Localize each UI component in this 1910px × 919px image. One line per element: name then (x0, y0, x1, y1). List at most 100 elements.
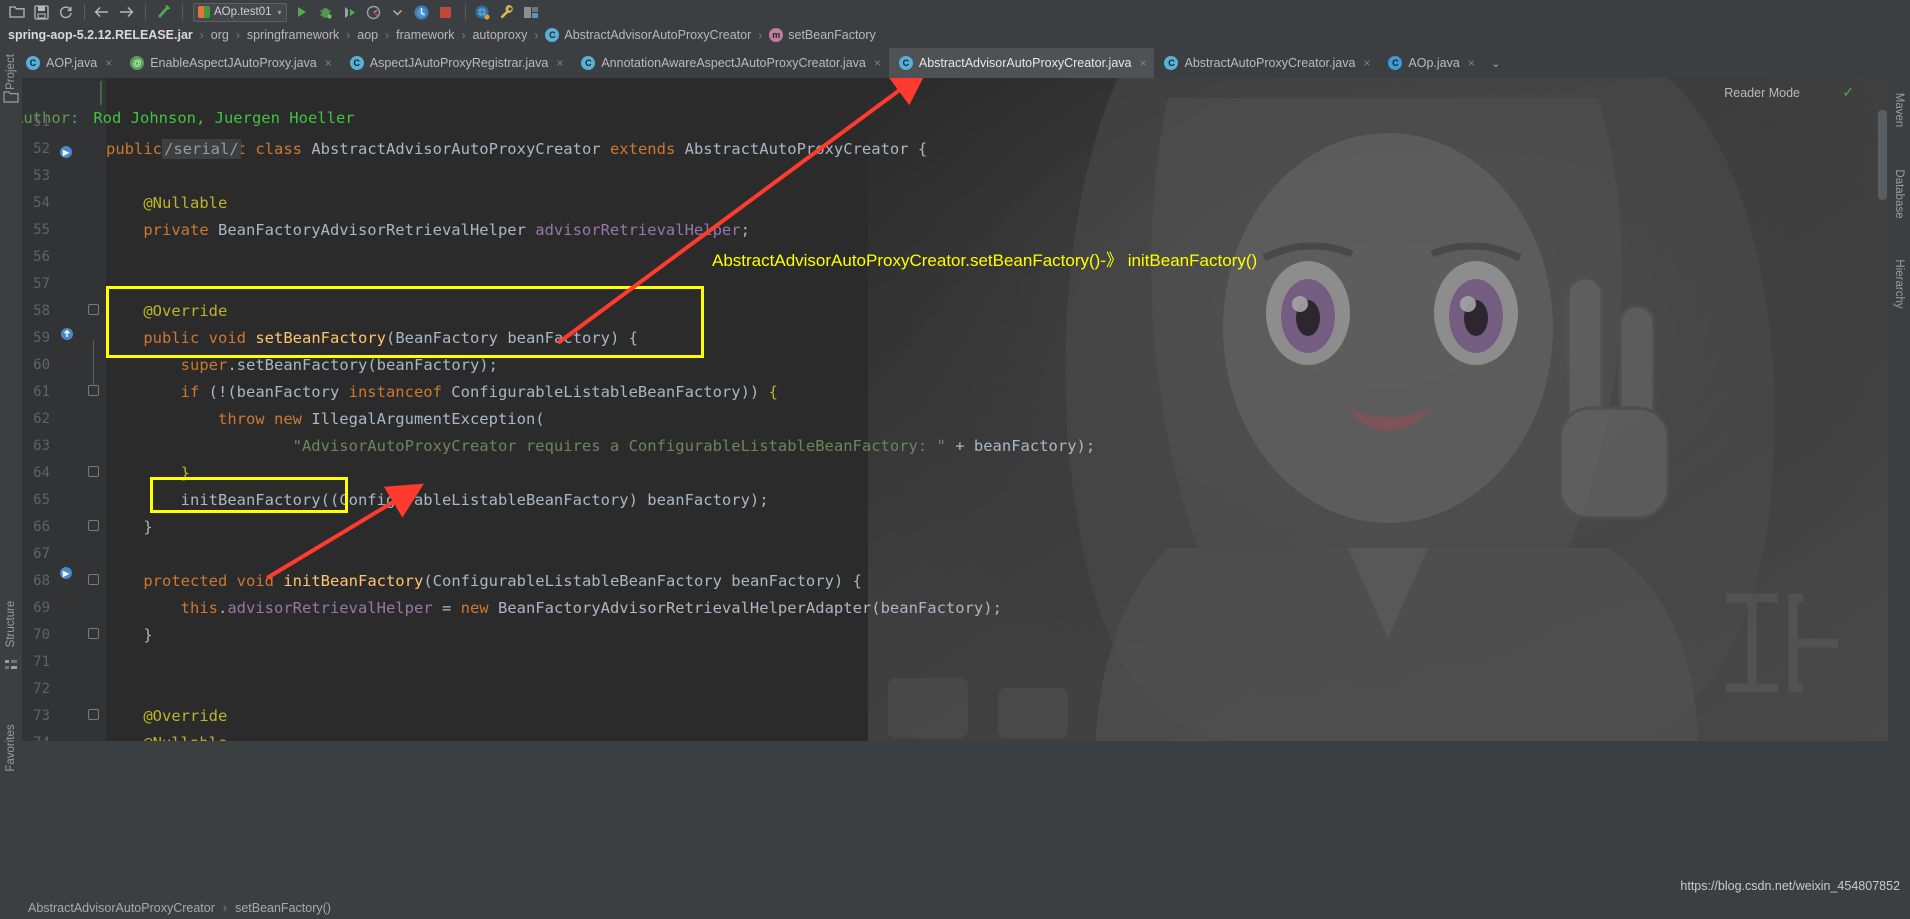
save-icon[interactable] (30, 2, 52, 22)
forward-arrow-icon[interactable] (115, 2, 137, 22)
tab-label: AspectJAutoProxyRegistrar.java (369, 56, 549, 70)
profiler-icon[interactable] (363, 2, 385, 22)
code-line: 55 private BeanFactoryAdvisorRetrievalHe… (0, 217, 1888, 244)
annotation-icon: @ (130, 56, 145, 70)
sidebar-item-favorites[interactable]: Favorites (0, 706, 22, 786)
code-line: 58 @Override (0, 298, 1888, 325)
breadcrumb-item-autoproxy[interactable]: autoproxy (472, 28, 527, 42)
code-text: private BeanFactoryAdvisorRetrievalHelpe… (143, 221, 750, 239)
profiler-dropdown-icon[interactable] (387, 2, 409, 22)
code-line: 54 @Nullable (0, 190, 1888, 217)
sync-icon[interactable] (54, 2, 76, 22)
tab-AbstractAdvisorAutoProxyCreator-java[interactable]: C AbstractAdvisorAutoProxyCreator.java × (888, 48, 1155, 78)
breadcrumb-item-framework[interactable]: framework (396, 28, 454, 42)
tab-label: AOP.java (46, 56, 98, 70)
main-toolbar: AOp.test01 ▾ (0, 0, 1910, 24)
tab-AOp-java[interactable]: C AOp.java × (1378, 48, 1483, 78)
code-text: } (106, 518, 153, 536)
run-gutter-marker-52[interactable]: ▶ (60, 146, 74, 160)
code-text: protected void initBeanFactory(Configura… (143, 572, 862, 590)
fold-marker-61[interactable] (88, 385, 100, 397)
sidebar-item-hierarchy[interactable]: Hierarchy (1888, 246, 1910, 316)
tab-close-icon[interactable]: × (1139, 56, 1146, 70)
annotation-note-text: AbstractAdvisorAutoProxyCreator.setBeanF… (712, 251, 1258, 270)
breadcrumb-separator: › (346, 28, 351, 42)
class-icon: C (349, 56, 364, 70)
stop-icon[interactable] (435, 2, 457, 22)
serial-fold-label[interactable]: /serial/ (162, 139, 241, 159)
inspect-icon[interactable] (411, 2, 433, 22)
breadcrumb: spring-aop-5.2.12.RELEASE.jar › org › sp… (0, 24, 1910, 46)
open-folder-icon[interactable] (6, 2, 28, 22)
tab-close-icon[interactable]: × (325, 56, 332, 70)
fold-marker-73[interactable] (88, 709, 100, 721)
back-arrow-icon[interactable] (91, 2, 113, 22)
run-with-coverage-icon[interactable] (339, 2, 361, 22)
tab-close-icon[interactable]: × (1468, 56, 1475, 70)
code-line: 70 } (0, 622, 1888, 649)
tab-AbstractAutoProxyCreator-java[interactable]: C AbstractAutoProxyCreator.java × (1154, 48, 1379, 78)
chevron-down-icon[interactable]: ▾ (278, 8, 282, 17)
breadcrumb-item-org[interactable]: org (211, 28, 229, 42)
serial-fold-row[interactable]: /serial/ (106, 109, 1888, 159)
tab-close-icon[interactable]: × (556, 56, 563, 70)
code-line: 57 (0, 271, 1888, 298)
code-line: 63 "AdvisorAutoProxyCreator requires a C… (0, 433, 1888, 460)
breadcrumb-item-class[interactable]: AbstractAdvisorAutoProxyCreator (564, 28, 751, 42)
run-configuration-selector[interactable]: AOp.test01 ▾ (193, 2, 287, 22)
reader-mode-label[interactable]: Reader Mode (1724, 86, 1800, 100)
breadcrumb-item-jar[interactable]: spring-aop-5.2.12.RELEASE.jar (8, 28, 193, 42)
breadcrumb-separator: › (235, 28, 240, 42)
sidebar-item-project[interactable]: Project (0, 46, 22, 96)
sidebar-item-database[interactable]: Database (1888, 156, 1910, 226)
code-line: 69 this.advisorRetrievalHelper = new Bea… (0, 595, 1888, 622)
fold-marker-58[interactable] (88, 304, 100, 316)
sidebar-label-favorites: Favorites (5, 724, 17, 772)
breadcrumb-item-method[interactable]: setBeanFactory (788, 28, 876, 42)
breadcrumb-separator: › (461, 28, 466, 42)
fold-marker-70[interactable] (88, 628, 100, 640)
tab-AOP-java[interactable]: C AOP.java × (16, 48, 121, 78)
tab-label: EnableAspectJAutoProxy.java (150, 56, 317, 70)
settings-wrench-icon[interactable] (496, 2, 518, 22)
run-gutter-marker-59[interactable] (60, 327, 74, 341)
structure-icon[interactable] (4, 658, 18, 672)
tab-close-icon[interactable]: × (874, 56, 881, 70)
code-editor[interactable]: Author: Rod Johnson, Juergen Hoeller 51 52… (0, 78, 1888, 741)
project-folder-icon[interactable] (3, 90, 19, 106)
status-bar: AbstractAdvisorAutoProxyCreator › setBea… (0, 897, 1910, 919)
fold-marker-68[interactable] (88, 574, 100, 586)
code-line: 74 @Nullable (0, 730, 1888, 741)
run-icon[interactable] (291, 2, 313, 22)
breadcrumb-separator: › (385, 28, 390, 42)
debug-icon[interactable] (315, 2, 337, 22)
sidebar-item-maven[interactable]: Maven (1888, 82, 1910, 132)
sidebar-item-structure[interactable]: Structure (0, 586, 22, 656)
class-icon: C (581, 56, 596, 70)
fold-marker-66[interactable] (88, 520, 100, 532)
tab-AspectJAutoProxyRegistrar-java[interactable]: C AspectJAutoProxyRegistrar.java × (339, 48, 572, 78)
toolbar-divider-3 (182, 4, 183, 20)
breadcrumb-separator: › (534, 28, 539, 42)
build-hammer-icon[interactable] (152, 2, 174, 22)
status-breadcrumb-separator: › (222, 901, 228, 915)
code-text: } (106, 626, 153, 644)
code-text: "AdvisorAutoProxyCreator requires a Conf… (292, 437, 1096, 455)
code-text: } (106, 464, 190, 482)
tab-EnableAspectJAutoProxy-java[interactable]: @ EnableAspectJAutoProxy.java × (120, 48, 340, 78)
code-line: 52public abstract class AbstractAdvisorA… (0, 136, 1888, 163)
run-gutter-marker-68[interactable]: ▶ (60, 567, 74, 581)
tab-close-icon[interactable]: × (105, 56, 112, 70)
class-icon: C (26, 56, 40, 70)
project-structure-icon[interactable] (520, 2, 542, 22)
tab-overflow-icon[interactable]: ⌄ (1483, 48, 1509, 78)
status-breadcrumb-method[interactable]: setBeanFactory() (235, 901, 331, 915)
tab-AnnotationAwareAspectJAutoProxyCreator-java[interactable]: C AnnotationAwareAspectJAutoProxyCreator… (571, 48, 889, 78)
tab-close-icon[interactable]: × (1363, 56, 1370, 70)
search-everywhere-icon[interactable] (472, 2, 494, 22)
status-breadcrumb-class[interactable]: AbstractAdvisorAutoProxyCreator (28, 901, 215, 915)
breadcrumb-item-springframework[interactable]: springframework (247, 28, 339, 42)
fold-marker-64[interactable] (88, 466, 100, 478)
editor-scrollbar[interactable] (1878, 110, 1887, 200)
breadcrumb-item-aop[interactable]: aop (357, 28, 378, 42)
